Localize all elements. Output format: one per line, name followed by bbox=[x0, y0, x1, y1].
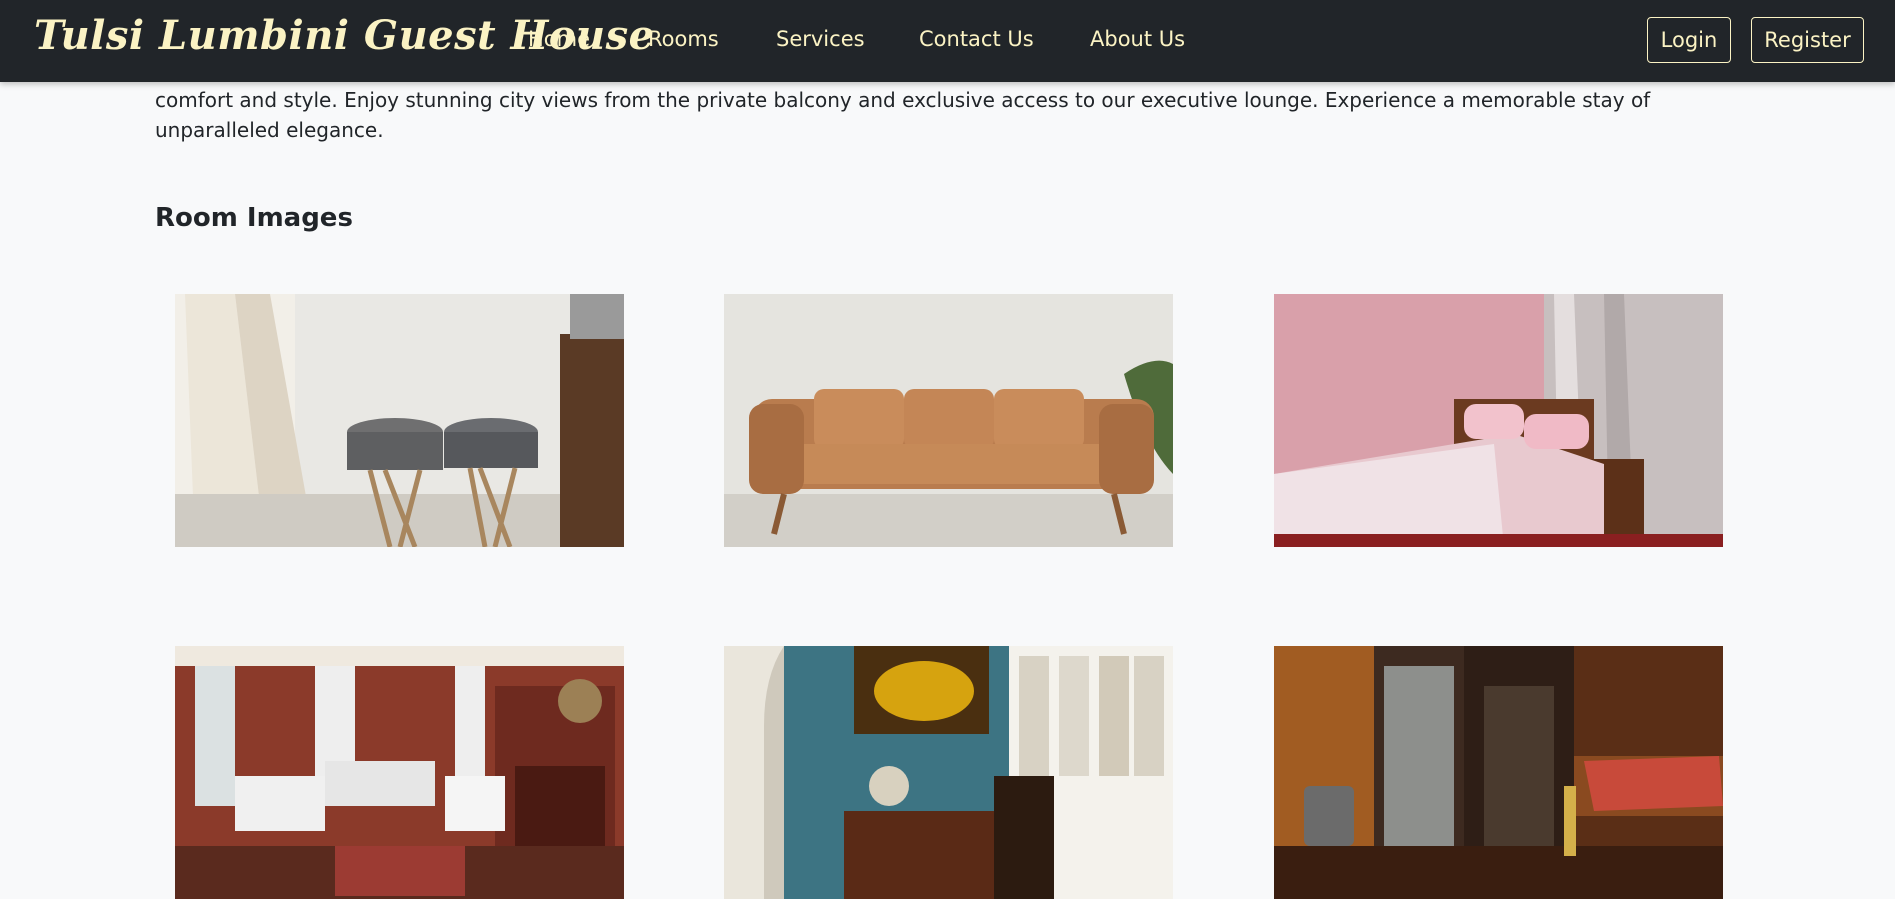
nav-link-services[interactable]: Services bbox=[776, 27, 865, 51]
room-image-study[interactable] bbox=[724, 646, 1173, 899]
navbar: Tulsi Lumbini Guest House Home Rooms Ser… bbox=[0, 0, 1895, 82]
login-button[interactable]: Login bbox=[1647, 17, 1731, 63]
nav-link-about-us[interactable]: About Us bbox=[1090, 27, 1185, 51]
room-description: comfort and style. Enjoy stunning city v… bbox=[155, 88, 1651, 142]
room-image-stools[interactable] bbox=[175, 294, 624, 547]
room-image-bedroom[interactable] bbox=[1274, 294, 1723, 547]
nav-link-home[interactable]: Home bbox=[528, 27, 590, 51]
nav-link-rooms[interactable]: Rooms bbox=[648, 27, 719, 51]
register-button[interactable]: Register bbox=[1751, 17, 1864, 63]
room-image-sofa[interactable] bbox=[724, 294, 1173, 547]
room-image-living-room[interactable] bbox=[175, 646, 624, 899]
room-images-heading: Room Images bbox=[155, 203, 353, 233]
room-image-hallway[interactable] bbox=[1274, 646, 1723, 899]
nav-link-contact-us[interactable]: Contact Us bbox=[919, 27, 1034, 51]
